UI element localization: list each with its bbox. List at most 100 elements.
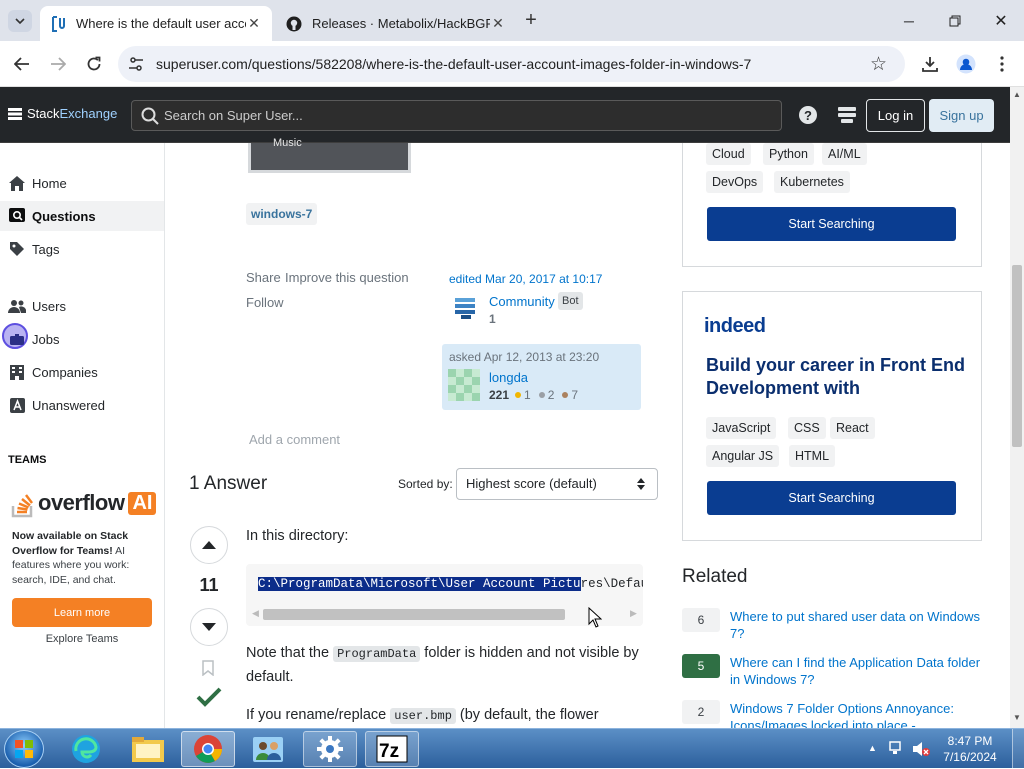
related-title[interactable]: Windows 7 Folder Options Annoyance: Icon…: [730, 700, 986, 728]
nav-companies[interactable]: Companies: [0, 357, 164, 387]
related-item[interactable]: 6 Where to put shared user data on Windo…: [682, 608, 992, 648]
sort-value: Highest score (default): [466, 476, 597, 491]
share-link[interactable]: Share: [246, 270, 281, 285]
users-app-taskbar-icon[interactable]: [241, 731, 295, 767]
logo-text-b: Exchange: [59, 106, 118, 121]
new-tab-icon[interactable]: +: [520, 10, 542, 32]
asked-timestamp: asked Apr 12, 2013 at 23:20: [449, 350, 600, 364]
github-favicon-icon: [286, 16, 302, 32]
downvote-button[interactable]: [190, 608, 228, 646]
tab-superuser[interactable]: Where is the default user accou ✕: [40, 6, 272, 41]
download-icon[interactable]: [917, 51, 943, 77]
nav-users[interactable]: Users: [0, 291, 164, 321]
asker-name[interactable]: longda: [489, 370, 528, 385]
site-info-icon[interactable]: [128, 56, 144, 75]
edge-taskbar-icon[interactable]: [59, 731, 113, 767]
svg-text:7z: 7z: [379, 741, 399, 762]
network-icon[interactable]: [889, 741, 905, 758]
profile-avatar-icon[interactable]: [953, 51, 979, 77]
answers-count: 1 Answer: [189, 473, 268, 494]
nav-jobs[interactable]: Jobs: [0, 322, 164, 354]
minimize-icon[interactable]: ─: [894, 8, 924, 34]
follow-link[interactable]: Follow: [246, 295, 284, 310]
related-item[interactable]: 5 Where can I find the Application Data …: [682, 654, 992, 694]
nav-unanswered[interactable]: Unanswered: [0, 390, 164, 420]
explore-teams-link[interactable]: Explore Teams: [12, 633, 152, 645]
chrome-taskbar-icon[interactable]: [181, 731, 235, 767]
address-bar[interactable]: superuser.com/questions/582208/where-is-…: [118, 46, 905, 82]
volume-muted-icon[interactable]: [912, 741, 930, 760]
nav-label: Companies: [32, 364, 98, 380]
stackoverflow-icon: [11, 494, 33, 518]
code-horizontal-scrollbar[interactable]: ◀ ▶: [246, 607, 643, 621]
scrollbar-thumb[interactable]: [1012, 265, 1022, 447]
close-window-icon[interactable]: ✕: [986, 8, 1016, 34]
upvote-button[interactable]: [190, 526, 228, 564]
close-tab-icon[interactable]: ✕: [490, 15, 506, 32]
tab-github[interactable]: Releases · Metabolix/HackBGRT ✕: [276, 6, 516, 41]
nav-questions[interactable]: Questions: [0, 201, 164, 231]
related-title[interactable]: Where to put shared user data on Windows…: [730, 608, 986, 642]
editor-name[interactable]: Community: [489, 294, 555, 309]
start-searching-button[interactable]: Start Searching: [707, 481, 956, 515]
gold-badge-icon: [515, 392, 522, 398]
clock[interactable]: 8:47 PM 7/16/2024: [930, 733, 1010, 765]
scroll-down-arrow[interactable]: ▼: [1013, 713, 1021, 722]
ai-badge: AI: [128, 491, 157, 515]
restore-icon[interactable]: [940, 8, 970, 34]
signup-button[interactable]: Sign up: [929, 99, 994, 132]
related-title[interactable]: Where can I find the Application Data fo…: [730, 654, 986, 688]
scroll-right-arrow[interactable]: ▶: [630, 608, 637, 619]
code-block[interactable]: C:\ProgramData\Microsoft\User Account Pi…: [246, 564, 643, 626]
start-searching-button[interactable]: Start Searching: [707, 207, 956, 241]
stackexchange-logo[interactable]: Stack Exchange: [8, 106, 117, 121]
bronze-badge-icon: [562, 392, 569, 398]
settings-gear-taskbar-icon[interactable]: [303, 731, 357, 767]
nav-label: Unanswered: [32, 397, 105, 413]
nav-tags[interactable]: Tags: [0, 234, 164, 264]
forward-icon[interactable]: [45, 51, 71, 77]
scroll-up-arrow[interactable]: ▲: [1013, 90, 1021, 99]
help-icon[interactable]: ?: [799, 106, 817, 124]
site-switcher-icon[interactable]: [838, 107, 856, 126]
silver-badge-icon: [538, 392, 545, 398]
add-comment-link[interactable]: Add a comment: [249, 432, 340, 447]
browser-menu-icon[interactable]: [989, 51, 1015, 77]
scroll-left-arrow[interactable]: ◀: [252, 608, 259, 619]
tag-windows-7[interactable]: windows-7: [246, 203, 318, 225]
code-selected: C:\ProgramData\Microsoft\User Account Pi…: [258, 577, 581, 591]
sort-select[interactable]: Highest score (default): [456, 468, 658, 500]
mouse-cursor-icon: [588, 606, 603, 631]
learn-more-button[interactable]: Learn more: [12, 598, 152, 627]
code-text[interactable]: C:\ProgramData\Microsoft\User Account Pi…: [258, 577, 643, 591]
7zip-taskbar-icon[interactable]: 7z: [365, 731, 419, 767]
reload-icon[interactable]: [81, 51, 107, 77]
nav-home[interactable]: Home: [0, 168, 164, 198]
ad-tag: Cloud: [706, 143, 751, 165]
page-scrollbar[interactable]: ▲ ▼: [1010, 87, 1024, 728]
bookmark-star-icon[interactable]: ☆: [870, 53, 887, 76]
improve-link[interactable]: Improve this question: [285, 270, 409, 285]
ad-tag: AI/ML: [822, 143, 867, 165]
show-desktop-button[interactable]: [1012, 729, 1024, 769]
site-search-input[interactable]: Search on Super User...: [131, 100, 782, 131]
related-item[interactable]: 2 Windows 7 Folder Options Annoyance: Ic…: [682, 700, 992, 728]
asker-avatar[interactable]: [448, 369, 480, 401]
close-tab-icon[interactable]: ✕: [246, 15, 262, 32]
show-hidden-icons-arrow[interactable]: ▲: [868, 743, 877, 753]
back-icon[interactable]: [9, 51, 35, 77]
inline-code: ProgramData: [333, 646, 421, 662]
superuser-favicon-icon: [50, 15, 66, 32]
tab-search-button[interactable]: [8, 10, 32, 32]
start-button[interactable]: [4, 730, 44, 768]
clock-date: 7/16/2024: [943, 750, 997, 764]
bookmark-icon[interactable]: [202, 660, 214, 679]
code-scroll-thumb[interactable]: [263, 609, 565, 620]
chevron-down-icon: [15, 17, 25, 24]
edited-timestamp[interactable]: edited Mar 20, 2017 at 10:17: [449, 272, 602, 286]
login-button[interactable]: Log in: [866, 99, 925, 132]
community-avatar[interactable]: [453, 296, 477, 320]
file-explorer-taskbar-icon[interactable]: [121, 731, 175, 767]
url-text[interactable]: superuser.com/questions/582208/where-is-…: [156, 56, 751, 72]
teams-heading: TEAMS: [8, 454, 47, 466]
